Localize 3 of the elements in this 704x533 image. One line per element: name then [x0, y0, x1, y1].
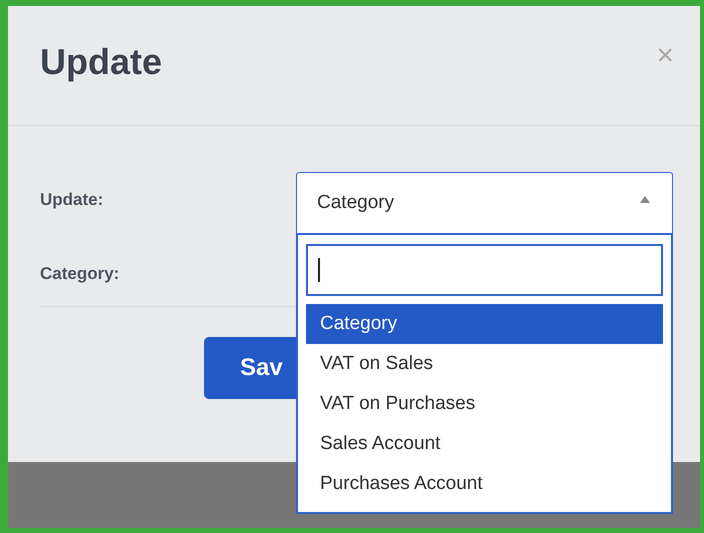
field-label: Category:	[40, 263, 120, 284]
field-label: Update:	[40, 189, 104, 210]
dialog-title: Update	[40, 40, 162, 84]
